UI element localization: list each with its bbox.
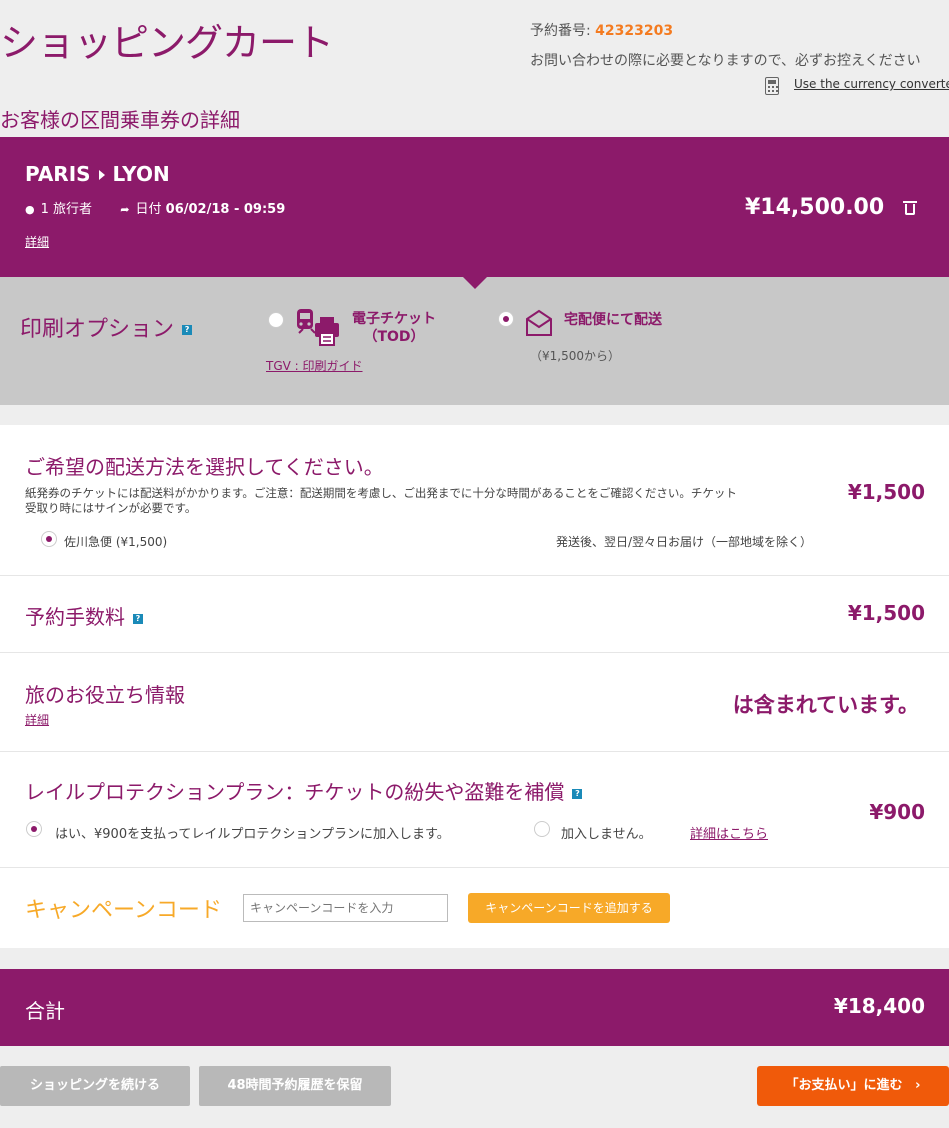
reservation-label: 予約番号: [530,23,591,39]
trip-summary: PARIS LYON ● 1 旅行者 ➦ 日付 06/02/18 - 09:59 詳細… [0,137,949,277]
shipping-method-note: 発送後、翌日/翌々日お届け（一部地域を除く） [556,535,813,549]
traveller-icon: ● [25,203,35,216]
cart-details: ご希望の配送方法を選択してください。 紙発券のチケットには配送料がかかります。ご… [0,425,949,948]
shipping-method-label[interactable]: 佐川急便 (¥1,500) [64,533,167,550]
help-icon[interactable]: ? [572,788,583,799]
protection-no-label[interactable]: 加入しません。 [561,823,652,842]
origin: PARIS [25,162,91,186]
trip-date: 06/02/18 - 09:59 [165,202,286,217]
trip-pointer [463,277,487,289]
help-icon[interactable]: ? [182,325,193,335]
protection-yes-label[interactable]: はい、¥900を支払ってレイルプロテクションプランに加入します。 [55,823,450,842]
shipping-price: ¥1,500 [847,480,925,504]
trip-route: PARIS LYON [25,162,170,186]
fee-price: ¥1,500 [847,601,925,625]
print-options-label: 印刷オプション? [20,311,193,343]
print-options: 印刷オプション? 電子チケット（TOD） TGV : 印刷ガイド 宅配便にて配送… [0,277,949,405]
trip-meta: ● 1 旅行者 ➦ 日付 06/02/18 - 09:59 [25,198,285,217]
travel-info-label: 旅のお役立ち情報 [25,683,185,707]
eticket-label-text: 電子チケット（TOD） [352,311,436,345]
travel-info-section: 旅のお役立ち情報 詳細 は含まれています。 [0,653,949,752]
protection-heading: レイルプロテクションプラン：チケットの紛失や盗難を補償? [25,776,583,805]
print-guide-link[interactable]: TGV : 印刷ガイド [266,357,363,374]
shipping-section: ご希望の配送方法を選択してください。 紙発券のチケットには配送料がかかります。ご… [0,425,949,576]
total-value: ¥18,400 [833,994,925,1018]
calculator-icon [765,77,779,95]
reservation-number: 予約番号: 42323203 [530,20,673,40]
reservation-number-value: 42323203 [595,23,674,39]
protection-no-radio[interactable] [534,821,550,837]
shipping-method-radio[interactable] [41,531,57,547]
continue-shopping-button[interactable]: ショッピングを続ける [0,1066,190,1106]
route-arrow-icon [98,169,105,180]
currency-converter-link[interactable]: Use the currency converter [794,77,949,91]
help-icon[interactable]: ? [133,613,143,624]
add-campaign-button[interactable]: キャンペーンコードを追加する [468,893,670,923]
protection-yes-radio[interactable] [26,821,42,837]
trip-detail-link[interactable]: 詳細 [25,233,49,250]
campaign-code-input[interactable] [243,894,448,922]
section-title: お客様の区間乗車券の詳細 [0,108,240,132]
fee-section: 予約手数料? ¥1,500 [0,576,949,653]
total-bar: 合計 ¥18,400 [0,969,949,1046]
eticket-radio[interactable] [268,312,284,328]
fee-label: 予約手数料? [25,601,143,630]
envelope-icon [526,309,552,336]
destination: LYON [112,162,170,186]
shipping-description: 紙発券のチケットには配送料がかかります。ご注意：配送期間を考慮し、ご出発までに十… [25,486,737,515]
campaign-label: キャンペーンコード [25,898,222,923]
date-label: 日付 [135,202,162,217]
proceed-to-payment-button[interactable]: 「お支払い」に進む › [757,1066,949,1106]
chevron-right-icon: › [915,1078,921,1093]
page-title: ショッピングカート [0,21,334,65]
pay-button-label: 「お支払い」に進む [785,1078,903,1093]
trash-icon[interactable] [903,201,917,215]
shipping-heading: ご希望の配送方法を選択してください。 [25,455,384,479]
reservation-notice: お問い合わせの際に必要となりますので、必ずお控えください [530,53,921,69]
protection-price: ¥900 [869,800,925,824]
hold-reservation-button[interactable]: 48時間予約履歴を保留 [199,1066,391,1106]
protection-section: レイルプロテクションプラン：チケットの紛失や盗難を補償? はい、¥900を支払っ… [0,752,949,868]
protection-heading-text: レイルプロテクションプラン：チケットの紛失や盗難を補償 [25,780,565,804]
delivery-label[interactable]: 宅配便にて配送 [564,311,662,329]
share-arrow-icon: ➦ [120,203,130,216]
traveller-count: 1 旅行者 [40,202,93,217]
travel-info-detail-link[interactable]: 詳細 [25,711,49,728]
print-options-label-text: 印刷オプション [20,317,175,342]
protection-detail-link[interactable]: 詳細はこちら [690,823,768,842]
trip-price: ¥14,500.00 [745,195,885,220]
eticket-label[interactable]: 電子チケット（TOD） [346,310,442,346]
total-label: 合計 [25,999,65,1023]
train-printer-icon [297,309,339,346]
fee-label-text: 予約手数料 [25,605,125,629]
delivery-price-from: （¥1,500から） [530,349,620,363]
delivery-radio[interactable] [498,311,514,327]
travel-info-included: は含まれています。 [732,693,919,717]
